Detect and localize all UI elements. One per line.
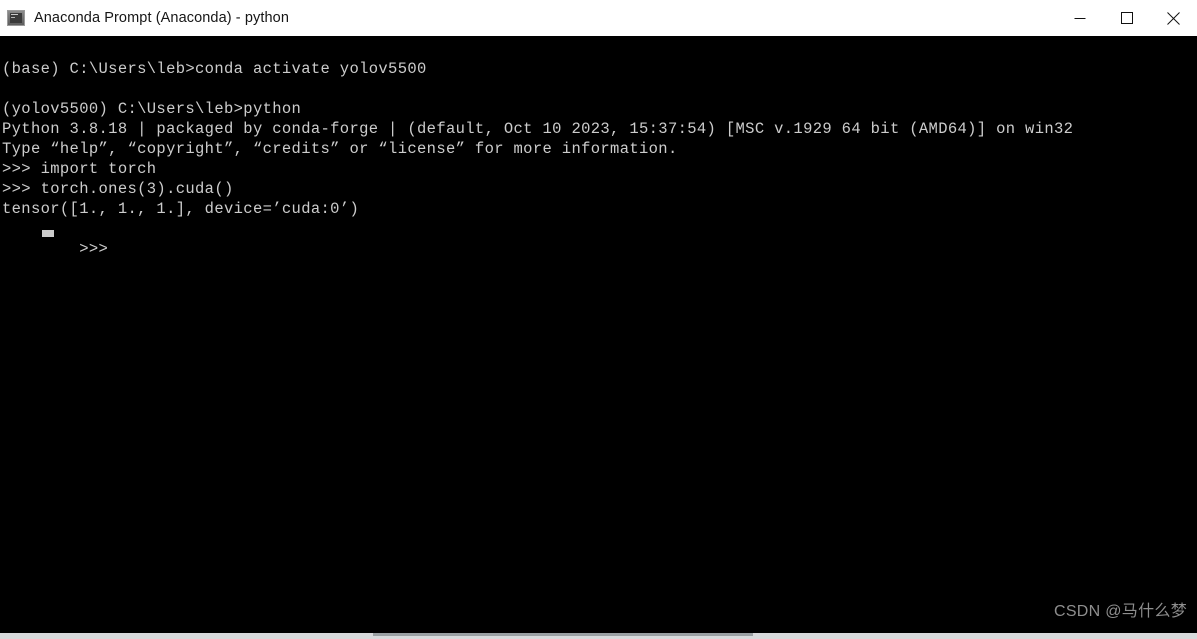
close-button[interactable] [1150,0,1197,36]
maximize-icon [1120,12,1133,24]
terminal-output-area[interactable]: (base) C:\Users\leb>conda activate yolov… [0,37,1197,633]
console-icon [7,10,25,26]
terminal-line: >>> import torch [2,160,157,178]
terminal-line: (base) C:\Users\leb>conda activate yolov… [2,60,427,78]
terminal-line: Python 3.8.18 | packaged by conda-forge … [2,120,1074,138]
terminal-line: >>> torch.ones(3).cuda() [2,180,234,198]
terminal-prompt-line[interactable]: >>> [2,219,1197,258]
block-cursor [42,230,54,237]
window-titlebar[interactable]: Anaconda Prompt (Anaconda) - python [0,0,1197,37]
window-bottom-edge [0,633,1197,639]
minimize-icon [1074,18,1085,19]
anaconda-prompt-window: Anaconda Prompt (Anaconda) - python (bas… [0,0,1197,639]
csdn-watermark: CSDN @马什么梦 [1053,603,1187,620]
terminal-line: Type “help”, “copyright”, “credits” or “… [2,140,678,158]
window-controls [1056,0,1197,36]
maximize-button[interactable] [1103,0,1150,36]
terminal-line: (yolov5500) C:\Users\leb>python [2,100,302,118]
close-icon [1167,11,1180,25]
window-title: Anaconda Prompt (Anaconda) - python [34,10,289,26]
prompt-symbol: >>> [79,240,109,258]
minimize-button[interactable] [1056,0,1103,36]
terminal-line: tensor([1., 1., 1.], device=’cuda:0’) [2,200,360,218]
